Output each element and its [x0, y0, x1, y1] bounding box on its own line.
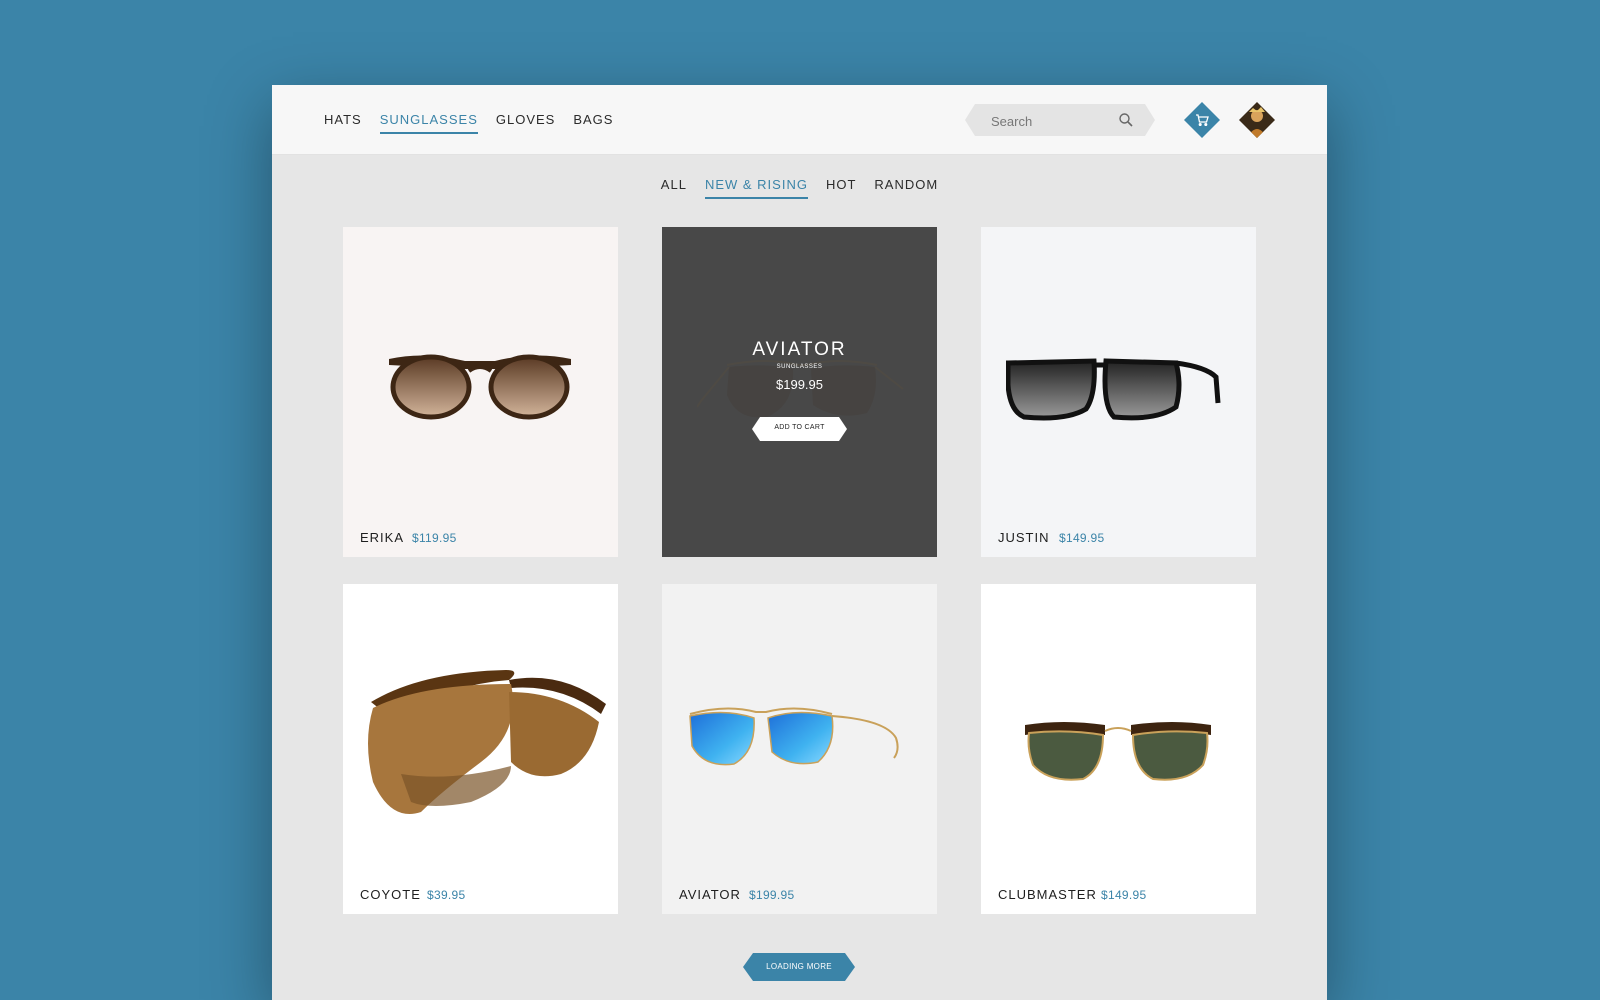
product-image-aviator-blue: [689, 707, 899, 766]
product-card-justin[interactable]: JUSTIN $149.95: [981, 227, 1256, 557]
category-nav: HATS SUNGLASSES GLOVES BAGS: [324, 112, 631, 134]
hover-product-subtitle: SUNGLASSES: [776, 364, 823, 370]
search-icon[interactable]: [1118, 112, 1134, 128]
product-name: CLUBMASTER: [998, 887, 1097, 902]
top-bar: HATS SUNGLASSES GLOVES BAGS: [272, 85, 1327, 155]
add-to-cart-label: ADD TO CART: [774, 424, 825, 431]
product-name: ERIKA: [360, 530, 405, 545]
category-hats[interactable]: HATS: [324, 112, 362, 134]
product-name: AVIATOR: [679, 887, 741, 902]
product-image-clubmaster: [1025, 722, 1211, 781]
category-gloves[interactable]: GLOVES: [496, 112, 555, 134]
filter-new-rising[interactable]: NEW & RISING: [704, 177, 808, 199]
search-input[interactable]: [989, 111, 1123, 131]
hover-product-title: AVIATOR: [752, 339, 847, 360]
search-box[interactable]: [965, 104, 1155, 136]
product-price: $149.95: [1101, 888, 1147, 902]
product-card-erika[interactable]: ERIKA $119.95: [343, 227, 618, 557]
product-card-coyote[interactable]: COYOTE $39.95: [343, 584, 618, 914]
filter-nav: ALL NEW & RISING HOT RANDOM: [272, 177, 1327, 199]
category-bags[interactable]: BAGS: [573, 112, 613, 134]
loading-more-label: LOADING MORE: [766, 962, 832, 971]
product-price: $119.95: [412, 531, 457, 545]
product-card-aviator-hover[interactable]: AVIATOR SUNGLASSES $199.95 ADD TO CART: [662, 227, 937, 557]
filter-all[interactable]: ALL: [661, 177, 687, 199]
add-to-cart-button[interactable]: ADD TO CART: [752, 417, 847, 441]
product-card-aviator[interactable]: AVIATOR $199.95: [662, 584, 937, 914]
product-image-coyote: [368, 670, 606, 814]
product-price: $199.95: [749, 888, 795, 902]
product-image-justin: [1006, 358, 1221, 421]
avatar[interactable]: [1239, 102, 1275, 138]
product-image-erika: [389, 354, 571, 420]
product-name: JUSTIN: [998, 530, 1050, 545]
product-price: $39.95: [427, 888, 466, 902]
store-window: HATS SUNGLASSES GLOVES BAGS Search ALL N…: [272, 85, 1327, 1000]
cart-button[interactable]: [1184, 102, 1220, 138]
product-price: $149.95: [1059, 531, 1105, 545]
loading-more-button[interactable]: LOADING MORE: [743, 953, 855, 981]
filter-random[interactable]: RANDOM: [874, 177, 938, 199]
product-name: COYOTE: [360, 887, 421, 902]
filter-hot[interactable]: HOT: [826, 177, 856, 199]
product-hover-overlay: AVIATOR SUNGLASSES $199.95 ADD TO CART: [662, 227, 937, 557]
product-card-clubmaster[interactable]: CLUBMASTER $149.95: [981, 584, 1256, 914]
category-sunglasses[interactable]: SUNGLASSES: [379, 112, 478, 134]
hover-product-price: $199.95: [776, 377, 823, 392]
